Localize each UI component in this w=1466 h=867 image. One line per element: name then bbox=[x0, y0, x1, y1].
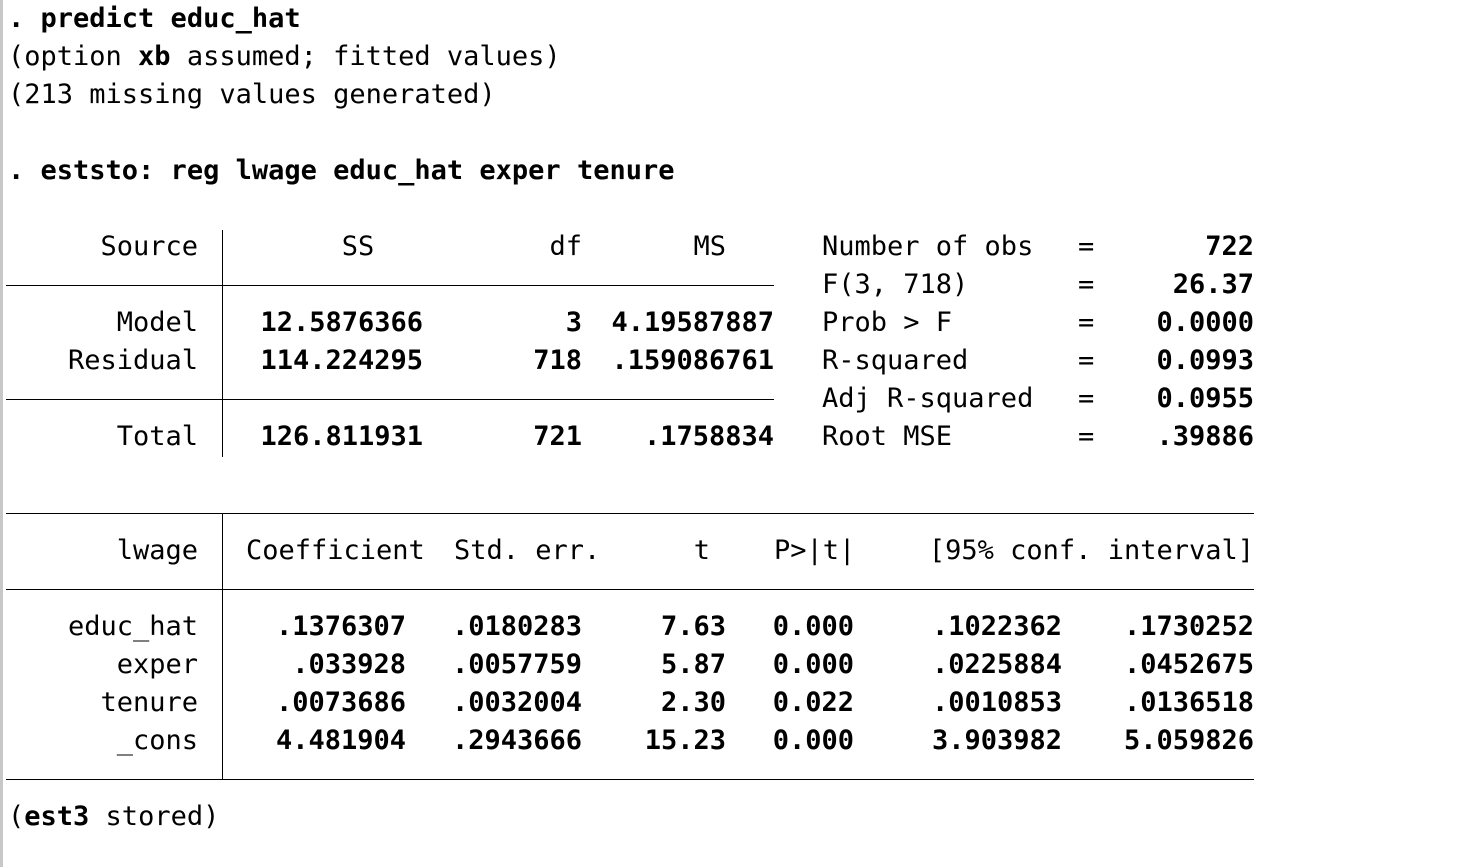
stat-equals: = bbox=[1078, 231, 1095, 262]
anova-source-label: Total bbox=[116, 421, 198, 452]
coef-ci-upper: 5.059826 bbox=[1123, 725, 1254, 756]
anova-ss-value: 12.5876366 bbox=[260, 307, 423, 338]
command-prompt-dot: . bbox=[8, 155, 41, 186]
anova-header-df: df bbox=[549, 231, 582, 262]
anova-header-ms: MS bbox=[693, 231, 726, 262]
stat-equals: = bbox=[1078, 269, 1095, 300]
command-prompt-dot: . bbox=[8, 3, 41, 34]
anova-ss-value: 114.224295 bbox=[260, 345, 423, 376]
coef-header-rule bbox=[6, 589, 1254, 590]
coef-value: 4.481904 bbox=[275, 725, 406, 756]
command-text: predict educ_hat bbox=[40, 3, 301, 34]
anova-header-rule bbox=[6, 285, 774, 286]
command-line-eststo-reg: . eststo: reg lwage educ_hat exper tenur… bbox=[8, 152, 674, 190]
stat-label-prob-f: Prob > F bbox=[822, 307, 953, 338]
coef-t: 7.63 bbox=[660, 611, 726, 642]
coef-bottom-rule bbox=[6, 779, 1254, 780]
coef-column-divider bbox=[222, 514, 223, 779]
anova-df-value: 721 bbox=[533, 421, 582, 452]
coef-ci-lower: .0225884 bbox=[931, 649, 1062, 680]
stat-label-root-mse: Root MSE bbox=[822, 421, 953, 452]
coef-var-name: educ_hat bbox=[67, 611, 198, 642]
stat-label-adj-r2: Adj R-squared bbox=[822, 383, 1034, 414]
coef-t: 5.87 bbox=[660, 649, 726, 680]
anova-df-value: 3 bbox=[565, 307, 582, 338]
output-line-stored: (est3 stored) bbox=[8, 801, 220, 832]
anova-ms-value: .1758834 bbox=[643, 421, 774, 452]
coef-p: 0.022 bbox=[772, 687, 854, 718]
anova-ms-value: .159086761 bbox=[611, 345, 774, 376]
stat-equals: = bbox=[1078, 345, 1095, 376]
coef-se: .0180283 bbox=[451, 611, 582, 642]
anova-ss-value: 126.811931 bbox=[260, 421, 423, 452]
coef-header-t: t bbox=[693, 535, 710, 566]
stat-equals: = bbox=[1078, 383, 1095, 414]
coef-ci-upper: .0136518 bbox=[1123, 687, 1254, 718]
coef-p: 0.000 bbox=[772, 611, 854, 642]
anova-column-divider bbox=[222, 230, 223, 457]
coef-ci-lower: .0010853 bbox=[931, 687, 1062, 718]
stat-label-nobs: Number of obs bbox=[822, 231, 1034, 262]
command-text: eststo: reg lwage educ_hat exper tenure bbox=[40, 155, 675, 186]
coef-se: .2943666 bbox=[451, 725, 582, 756]
coef-header-ci: [95% conf. interval] bbox=[928, 535, 1254, 566]
coef-p: 0.000 bbox=[772, 649, 854, 680]
coef-se: .0057759 bbox=[451, 649, 582, 680]
coef-var-name: tenure bbox=[100, 687, 198, 718]
coef-header-coefficient: Coefficient bbox=[246, 535, 425, 566]
stat-label-f: F(3, 718) bbox=[822, 269, 969, 300]
anova-df-value: 718 bbox=[533, 345, 582, 376]
stat-value-root-mse: .39886 bbox=[1156, 421, 1254, 452]
stat-value-f: 26.37 bbox=[1172, 269, 1254, 300]
coef-value: .1376307 bbox=[275, 611, 406, 642]
coef-ci-lower: .1022362 bbox=[931, 611, 1062, 642]
coef-header-depvar: lwage bbox=[116, 535, 198, 566]
coef-var-name: _cons bbox=[116, 725, 198, 756]
stat-equals: = bbox=[1078, 421, 1095, 452]
output-line-missing-values: (213 missing values generated) bbox=[8, 79, 496, 110]
coef-t: 15.23 bbox=[644, 725, 726, 756]
coef-ci-lower: 3.903982 bbox=[931, 725, 1062, 756]
coef-ci-upper: .1730252 bbox=[1123, 611, 1254, 642]
stat-value-prob-f: 0.0000 bbox=[1156, 307, 1254, 338]
anova-total-rule bbox=[6, 399, 774, 400]
coef-top-rule bbox=[6, 513, 1254, 514]
stat-value-nobs: 722 bbox=[1205, 231, 1254, 262]
coef-var-name: exper bbox=[116, 649, 198, 680]
output-line-option-assumed: (option xb assumed; fitted values) bbox=[8, 41, 561, 72]
coef-ci-upper: .0452675 bbox=[1123, 649, 1254, 680]
stat-equals: = bbox=[1078, 307, 1095, 338]
option-xb: xb bbox=[138, 41, 171, 72]
coef-header-std-err: Std. err. bbox=[454, 535, 601, 566]
anova-source-label: Residual bbox=[67, 345, 198, 376]
coef-p: 0.000 bbox=[772, 725, 854, 756]
anova-header-source: Source bbox=[100, 231, 198, 262]
anova-header-ss: SS bbox=[341, 231, 375, 262]
coef-value: .0073686 bbox=[275, 687, 406, 718]
coef-header-p: P>|t| bbox=[774, 535, 856, 566]
coef-t: 2.30 bbox=[660, 687, 726, 718]
estimate-name: est3 bbox=[24, 801, 90, 832]
stat-value-r2: 0.0993 bbox=[1156, 345, 1254, 376]
anova-ms-value: 4.19587887 bbox=[611, 307, 774, 338]
stat-value-adj-r2: 0.0955 bbox=[1156, 383, 1254, 414]
coef-value: .033928 bbox=[292, 649, 406, 680]
command-line-predict: . predict educ_hat bbox=[8, 0, 301, 38]
stat-label-r2: R-squared bbox=[822, 345, 969, 376]
anova-source-label: Model bbox=[116, 307, 198, 338]
coef-se: .0032004 bbox=[451, 687, 582, 718]
